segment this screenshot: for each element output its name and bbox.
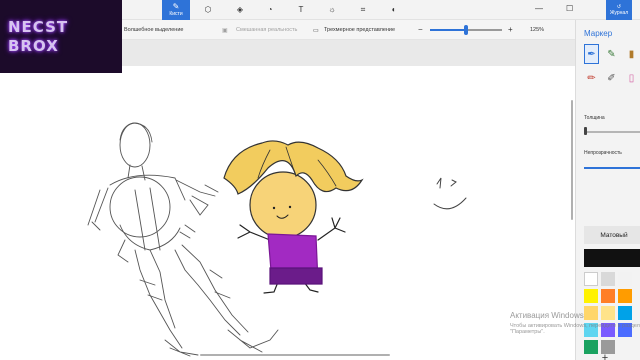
palette-swatch[interactable] [618,289,632,303]
palette-swatch[interactable] [601,272,615,286]
current-color-swatch[interactable] [584,249,640,267]
windows-activation-watermark: Активация Windows Чтобы активировать Win… [510,311,640,335]
calligraphy-pen-icon: ✎ [607,48,616,60]
small-face-sketch [433,177,467,210]
palette-swatch[interactable] [618,272,632,286]
add-color-button[interactable]: + [598,352,612,360]
eraser-button[interactable]: ▯ [624,68,639,88]
panel-title: Маркер [584,29,613,38]
journal-button[interactable]: ↺ Журнал [606,0,632,20]
palette-swatch[interactable] [601,289,615,303]
marker-icon: ✒ [587,48,596,60]
palette-swatch[interactable] [584,340,598,354]
oil-brush-button[interactable]: ▮ [624,44,639,64]
marker-brush-button[interactable]: ✒ [584,44,599,64]
calligraphy-pen-button[interactable]: ✎ [604,44,619,64]
channel-logo: NECST BROX [0,0,122,73]
finish-dropdown[interactable]: Матовый [584,226,640,244]
cartoon-child [223,140,364,294]
thickness-slider[interactable] [584,131,640,133]
palette-swatch[interactable] [584,272,598,286]
pencil-button[interactable]: ✏ [584,68,599,88]
opacity-slider[interactable] [584,167,640,169]
pencil-icon: ✏ [587,72,596,84]
crayon-button[interactable]: ✐ [604,68,619,88]
palette-swatch[interactable] [584,289,598,303]
crayon-icon: ✐ [607,72,616,84]
thickness-slider-thumb[interactable] [584,127,587,135]
thickness-label: Толщина [584,115,605,121]
opacity-label: Непрозрачность [584,150,622,156]
brush-panel: Маркер ✒ ✎ ▮ ✏ ✐ ▯ Толщина Непрозрачност… [575,20,640,360]
oil-brush-icon: ▮ [628,48,635,60]
eraser-icon: ▯ [628,72,635,84]
